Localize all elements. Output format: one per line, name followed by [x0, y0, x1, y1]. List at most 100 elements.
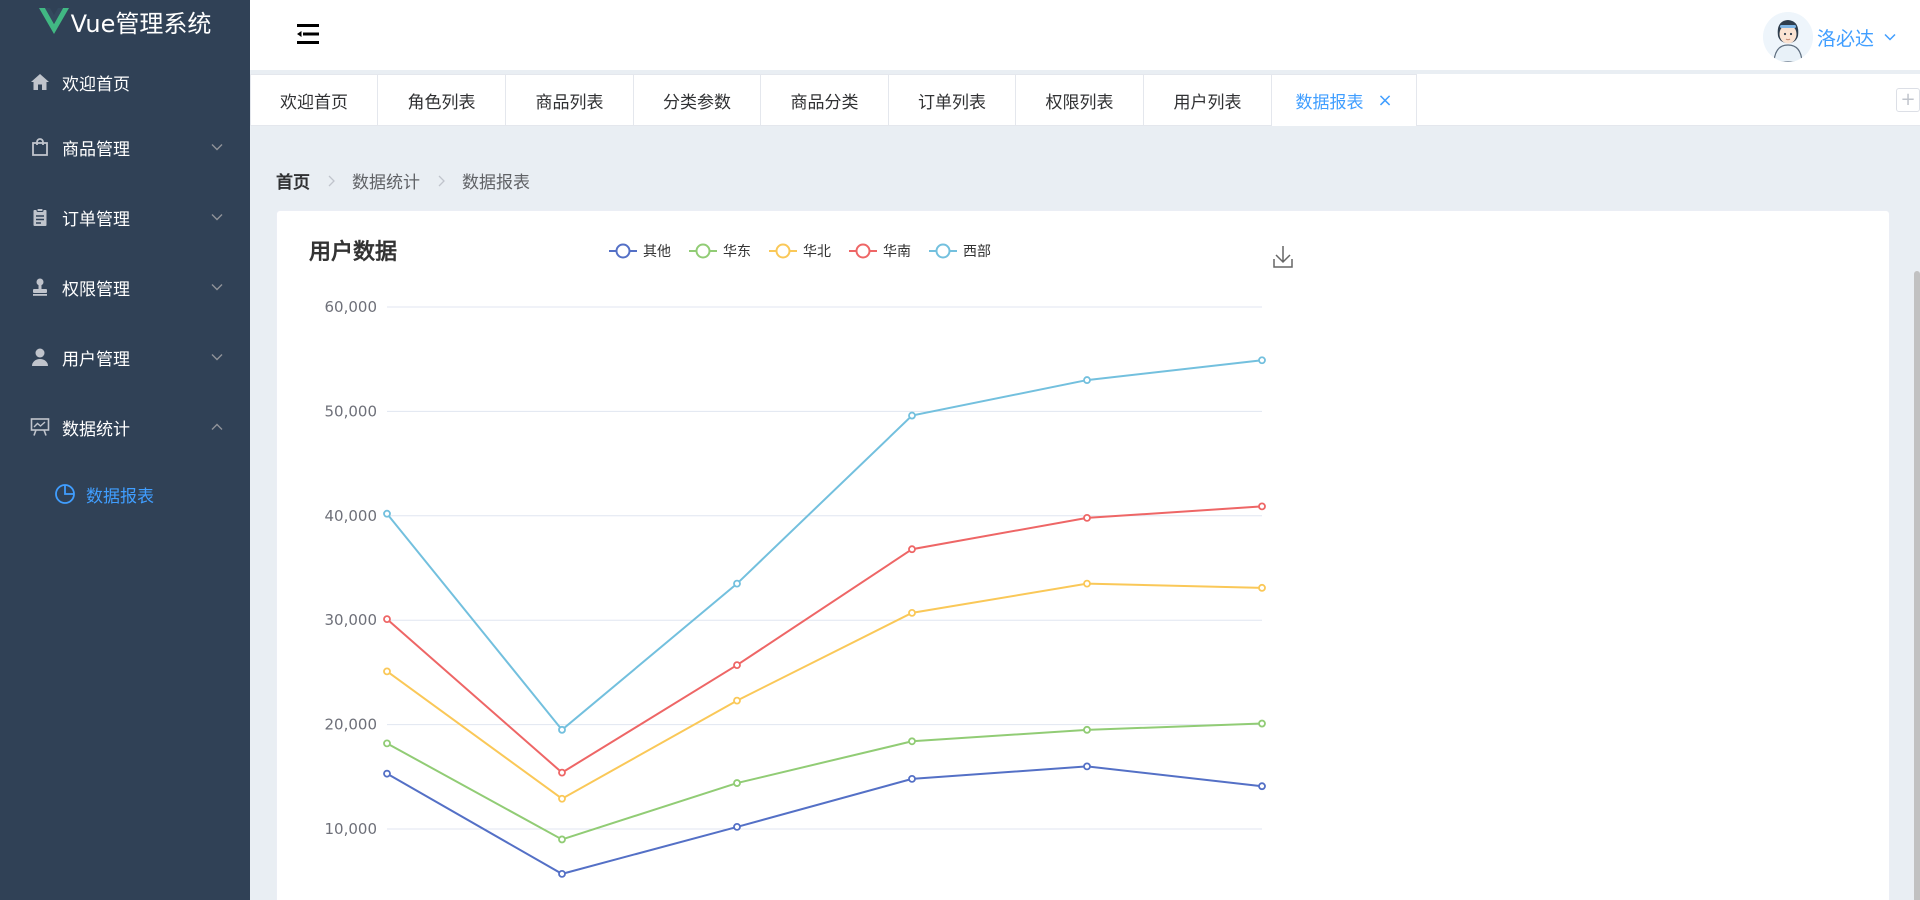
chevron-down-icon [1884, 33, 1896, 41]
tab-rights[interactable]: 权限列表 [1016, 74, 1144, 126]
data-point [1258, 782, 1266, 791]
close-icon[interactable]: × [1377, 90, 1392, 111]
tab-reports[interactable]: 数据报表 × [1272, 74, 1417, 126]
data-point [733, 579, 741, 588]
tab-label: 订单列表 [918, 93, 986, 113]
data-point [733, 779, 741, 787]
data-point [383, 739, 391, 748]
tab-bar: 欢迎首页 角色列表 商品列表 分类参数 商品分类 订单列表 权限列表 用户列表 … [250, 74, 1920, 126]
legend-label: 华东 [723, 244, 751, 260]
tab-label: 数据报表 [1295, 93, 1364, 113]
series-line [386, 359, 1263, 732]
breadcrumb: 首页 数据统计 数据报表 [276, 168, 530, 193]
tab-label: 分类参数 [663, 93, 731, 113]
tab-roles[interactable]: 角色列表 [378, 74, 506, 126]
data-point [1258, 502, 1266, 511]
data-point [908, 608, 916, 617]
vertical-scrollbar[interactable] [1914, 271, 1920, 900]
y-tick-label: 60,000 [325, 298, 378, 316]
data-point [733, 823, 741, 831]
tab-params[interactable]: 分类参数 [634, 74, 761, 126]
chevron-down-icon [211, 354, 223, 361]
tab-goods-list[interactable]: 商品列表 [506, 74, 634, 126]
data-point [383, 769, 391, 778]
top-header: 洛必达 [250, 0, 1920, 70]
clipboard-icon [30, 207, 50, 227]
vue-logo-icon [38, 8, 69, 34]
tab-list: 欢迎首页 角色列表 商品列表 分类参数 商品分类 订单列表 权限列表 用户列表 … [250, 74, 1920, 126]
data-point [1258, 719, 1266, 728]
data-point [558, 835, 566, 844]
chevron-right-icon [328, 175, 335, 186]
pie-chart-icon [54, 483, 76, 505]
sidebar-item-label: 权限管理 [62, 279, 130, 300]
sidebar-item-label: 订单管理 [62, 209, 130, 230]
avatar [1762, 12, 1813, 62]
breadcrumb-home[interactable]: 首页 [276, 168, 310, 193]
sidebar-subitem-data-report[interactable]: 数据报表 [0, 462, 250, 526]
menu-fold-icon[interactable] [295, 22, 321, 46]
line-chart: 用户数据 60,000 50,000 40,000 30,000 20,000 10,000… [309, 239, 1293, 878]
sidebar-item-orders[interactable]: 订单管理 [0, 182, 250, 252]
data-point [1083, 579, 1091, 588]
sidebar-item-home[interactable]: 欢迎首页 [0, 52, 250, 112]
tab-welcome[interactable]: 欢迎首页 [250, 74, 378, 126]
legend-label: 华南 [883, 244, 911, 260]
tab-label: 欢迎首页 [280, 93, 348, 113]
main-content: 首页 数据统计 数据报表 用户数据 60,000 50,000 40,000 30,00… [250, 126, 1920, 900]
sidebar-item-reports[interactable]: 数据统计 [0, 392, 250, 462]
chart-title: 用户数据 [309, 239, 397, 265]
legend-label: 华北 [803, 244, 831, 260]
legend-marker [775, 243, 791, 259]
sidebar-item-label: 数据统计 [62, 419, 130, 440]
breadcrumb-current: 数据报表 [462, 173, 530, 193]
sidebar-item-label: 商品管理 [62, 139, 130, 160]
breadcrumb-section: 数据统计 [352, 173, 420, 193]
data-point [1258, 583, 1266, 592]
data-point [908, 774, 916, 783]
data-point [733, 696, 741, 705]
tab-label: 权限列表 [1045, 93, 1114, 113]
sidebar-item-goods[interactable]: 商品管理 [0, 112, 250, 182]
sidebar-subitem-label: 数据报表 [86, 486, 154, 507]
y-tick-label: 40,000 [325, 507, 378, 525]
home-icon [30, 72, 50, 92]
add-tab-button[interactable]: + [1896, 88, 1920, 112]
data-point [558, 768, 566, 777]
user-icon [30, 347, 50, 367]
sidebar-item-rights[interactable]: 权限管理 [0, 252, 250, 322]
series-line [386, 505, 1263, 774]
data-board-icon [30, 417, 50, 437]
y-tick-label: 30,000 [325, 611, 378, 629]
data-point [1083, 376, 1091, 384]
data-point [733, 661, 741, 669]
sidebar: Vue管理系统 欢迎首页 商品管理 订单管理 权限管理 用户管理 数据统计 数据… [0, 0, 250, 900]
y-tick-label: 10,000 [325, 820, 378, 838]
user-dropdown[interactable]: 洛必达 [1762, 12, 1898, 62]
data-point [1258, 356, 1266, 365]
download-icon[interactable] [1273, 246, 1293, 268]
tab-label: 角色列表 [407, 93, 476, 113]
sidebar-menu: 欢迎首页 商品管理 订单管理 权限管理 用户管理 数据统计 数据报表 [0, 52, 250, 526]
legend-marker [695, 243, 711, 259]
data-point [1083, 762, 1091, 771]
tab-categories[interactable]: 商品分类 [761, 74, 889, 126]
sidebar-item-users[interactable]: 用户管理 [0, 322, 250, 392]
tab-orders[interactable]: 订单列表 [889, 74, 1016, 126]
sidebar-item-label: 用户管理 [62, 349, 130, 370]
tab-label: 用户列表 [1173, 93, 1242, 113]
chart-card: 用户数据 60,000 50,000 40,000 30,000 20,000 10,000… [276, 210, 1890, 900]
data-point [908, 411, 916, 420]
tab-users[interactable]: 用户列表 [1144, 74, 1272, 126]
legend-label: 西部 [963, 244, 991, 260]
shopping-bag-icon [30, 137, 50, 157]
data-point [558, 794, 566, 803]
chevron-down-icon [211, 284, 223, 291]
legend-label: 其他 [643, 244, 671, 260]
stamp-icon [30, 277, 50, 297]
data-point [383, 509, 391, 518]
series-line [386, 722, 1263, 841]
data-point [383, 667, 391, 676]
chevron-down-icon [211, 214, 223, 221]
chevron-right-icon [438, 175, 445, 186]
